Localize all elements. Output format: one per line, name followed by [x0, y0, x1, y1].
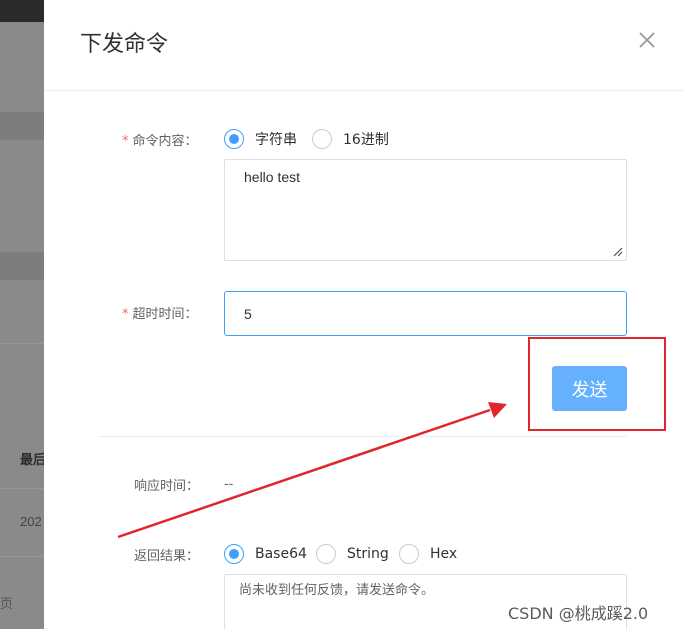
background-band [0, 112, 44, 140]
timeout-label: * 超时时间： [122, 307, 198, 322]
background-divider [0, 488, 44, 489]
close-icon[interactable] [637, 30, 657, 50]
radio-string[interactable]: 字符串 [224, 129, 297, 149]
radio-label: 字符串 [255, 132, 297, 148]
section-divider [99, 436, 627, 437]
command-content-label: * 命令内容： [122, 134, 198, 149]
radio-label: Hex [430, 546, 458, 562]
command-content-textarea[interactable]: hello test [224, 159, 627, 261]
result-label: 返回结果： [134, 549, 200, 564]
response-time-label: 响应时间： [134, 479, 200, 494]
timeout-input[interactable] [224, 291, 627, 336]
dialog-header: 下发命令 [44, 0, 684, 91]
background-band [0, 252, 44, 280]
radio-circle[interactable] [399, 544, 419, 564]
required-mark: * [122, 307, 129, 322]
resize-grip-icon[interactable] [613, 247, 623, 257]
background-pagination-text: 页 [0, 596, 14, 611]
background-divider [0, 556, 44, 557]
radio-circle[interactable] [312, 129, 332, 149]
radio-circle[interactable] [224, 544, 244, 564]
annotation-highlight-box [528, 337, 666, 431]
radio-label: String [347, 546, 389, 562]
radio-circle[interactable] [316, 544, 336, 564]
background-table-cell: 202 [20, 514, 42, 529]
dialog-title: 下发命令 [80, 32, 169, 57]
watermark: CSDN @桃成蹊2.0 [508, 604, 649, 623]
radio-label: Base64 [255, 546, 307, 562]
radio-circle[interactable] [224, 129, 244, 149]
required-mark: * [122, 134, 129, 149]
send-command-dialog: 下发命令 *命令内容： 字符串 16进制 hello test *超时时间： 发… [44, 0, 684, 629]
radio-label: 16进制 [343, 132, 389, 148]
radio-string-result[interactable]: String [316, 544, 389, 564]
background-divider [0, 343, 44, 344]
radio-hex-result[interactable]: Hex [399, 544, 457, 564]
response-time-value: -- [224, 475, 234, 491]
radio-hex[interactable]: 16进制 [312, 129, 389, 149]
background-table-header: 最后 [20, 452, 44, 467]
radio-base64[interactable]: Base64 [224, 544, 307, 564]
